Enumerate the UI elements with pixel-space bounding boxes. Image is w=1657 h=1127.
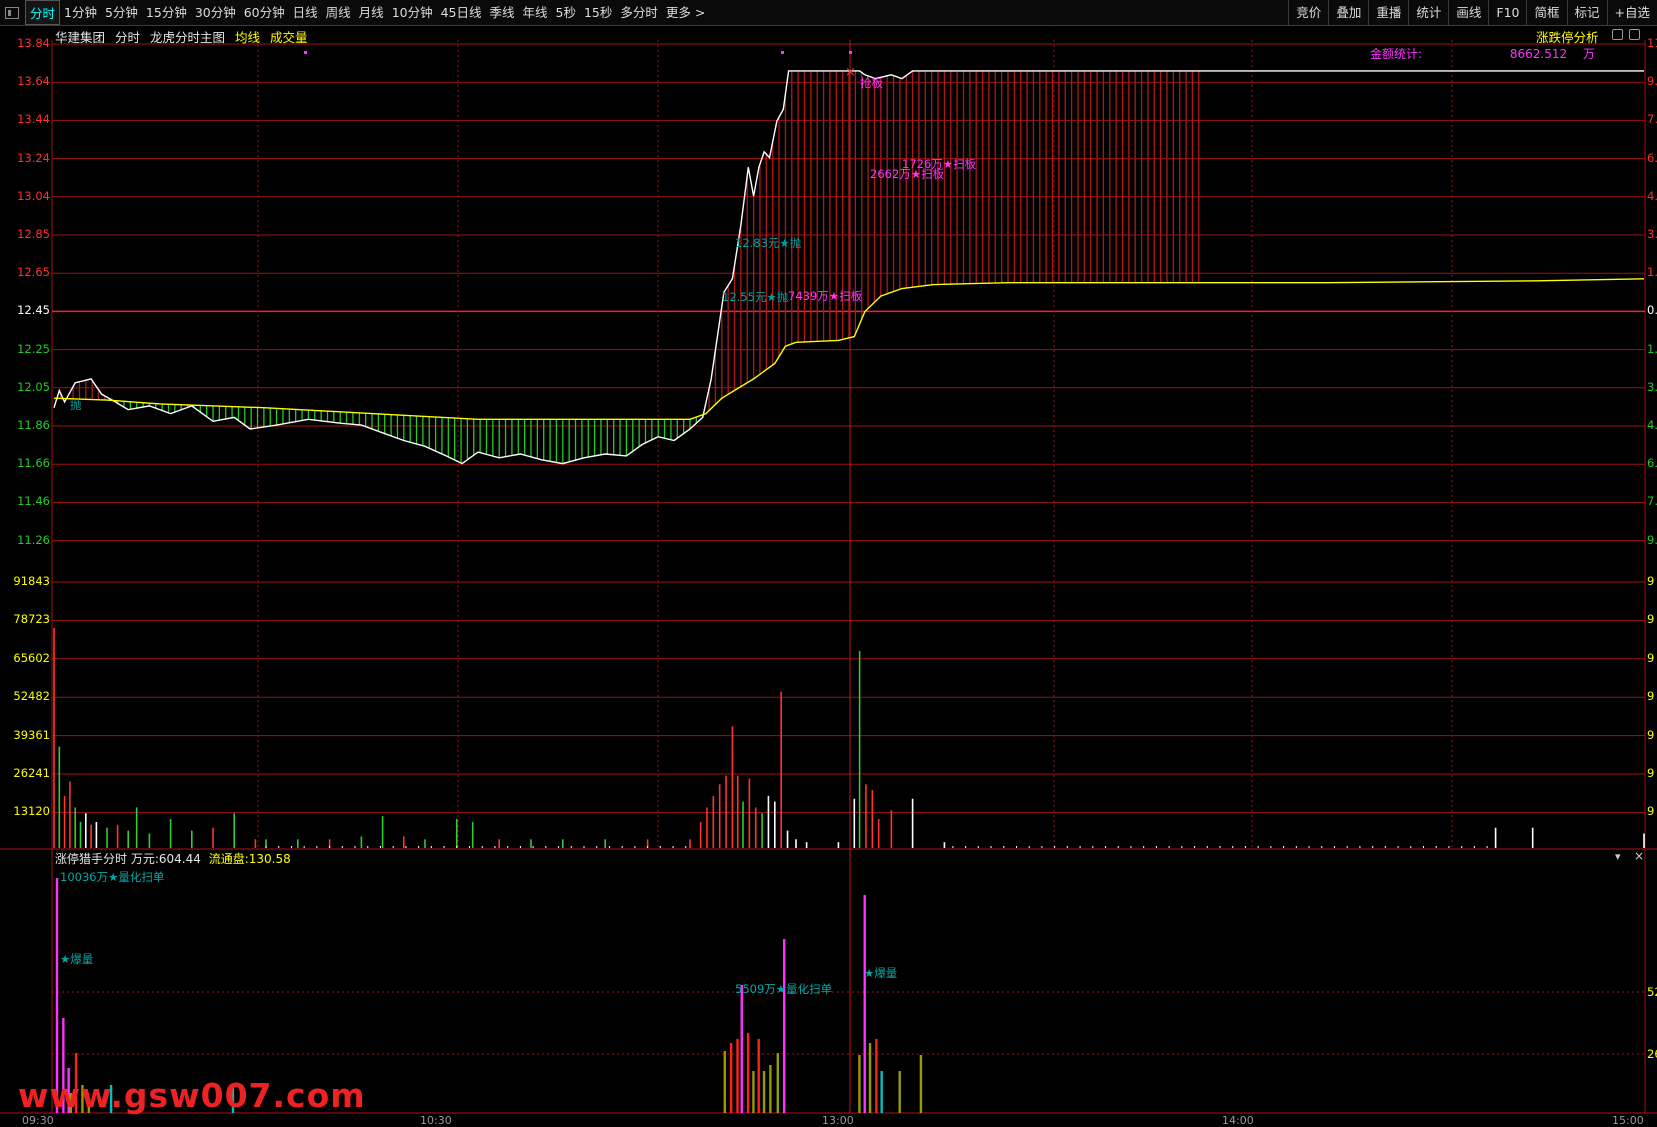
- pct-tick: 11: [1647, 36, 1657, 50]
- subchart-annotation: ★爆量: [60, 952, 94, 966]
- pct-tick: 9.: [1647, 532, 1657, 547]
- subchart-annotation: 10036万★量化扫单: [60, 870, 165, 884]
- pct-tick: 9.: [1647, 74, 1657, 89]
- price-tick: 13.84: [17, 36, 50, 50]
- pct-tick: 4.: [1647, 418, 1657, 432]
- pct-tick: 6.: [1647, 150, 1657, 165]
- price-tick: 11.26: [17, 532, 50, 547]
- signal-dot: [849, 51, 852, 54]
- subchart-unit-value: 604.44: [158, 852, 201, 866]
- volume-tick: 65602: [13, 650, 50, 665]
- subchart-close-icon[interactable]: ×: [1634, 849, 1644, 863]
- signal-dot: [304, 51, 307, 54]
- price-tick: 12.05: [17, 379, 50, 394]
- volume-tick: 39361: [13, 727, 50, 742]
- volume-tick: 52482: [13, 689, 50, 704]
- pct-tick: 0.: [1647, 303, 1657, 318]
- price-tick: 12.45: [17, 303, 50, 318]
- time-tick: 15:00: [1612, 1114, 1644, 1127]
- pct-tick: 3.: [1647, 227, 1657, 241]
- subchart-tick: 52: [1647, 985, 1657, 999]
- limit-up-cross-icon: ×: [845, 65, 856, 80]
- time-tick: 14:00: [1222, 1114, 1254, 1127]
- intraday-chart: ×: [0, 40, 1657, 1114]
- chart-annotation: 抢板: [860, 76, 883, 90]
- price-tick: 12.25: [17, 341, 50, 356]
- price-tick: 13.64: [17, 74, 50, 89]
- chart-annotation: 12.83元★抛: [735, 236, 802, 250]
- pct-tick: 3.: [1647, 379, 1657, 394]
- float-value: 130.58: [248, 852, 291, 866]
- pct-tick: 6.: [1647, 456, 1657, 471]
- time-tick: 10:30: [420, 1114, 452, 1127]
- price-tick: 11.66: [17, 456, 50, 471]
- pct-tick: 7.: [1647, 112, 1657, 127]
- volume-tick-right: 9: [1647, 804, 1655, 819]
- pct-tick: 1.: [1647, 265, 1657, 280]
- volume-tick-right: 9: [1647, 650, 1655, 665]
- chart-annotation: 12.55元★抛: [722, 290, 789, 304]
- volume-tick-right: 9: [1647, 766, 1655, 780]
- price-tick: 13.24: [17, 150, 50, 165]
- price-tick: 11.46: [17, 494, 50, 509]
- subchart-tick: 26: [1647, 1047, 1657, 1061]
- subchart-annotation: 5509万★量化扫单: [735, 982, 833, 996]
- volume-tick: 13120: [13, 804, 50, 819]
- watermark: www.gsw007.com: [18, 1076, 366, 1115]
- volume-tick-right: 9: [1647, 612, 1655, 627]
- time-tick: 13:00: [822, 1114, 854, 1127]
- price-tick: 11.86: [17, 418, 50, 432]
- chart-annotation: 2662万★扫板: [870, 167, 945, 181]
- chart-annotation: 7439万★扫板: [788, 289, 863, 303]
- volume-tick-right: 9: [1647, 574, 1655, 588]
- pct-tick: 1.: [1647, 341, 1657, 356]
- subchart-title[interactable]: 涨停猎手分时: [55, 852, 127, 866]
- price-tick: 12.65: [17, 265, 50, 280]
- volume-tick: 26241: [13, 766, 50, 780]
- pct-tick: 7.: [1647, 494, 1657, 509]
- float-label: 流通盘:: [208, 852, 249, 866]
- volume-tick-right: 9: [1647, 689, 1655, 704]
- signal-dot: [781, 51, 784, 54]
- subchart-header: 涨停猎手分时 万元:604.44 流通盘:130.58: [55, 850, 291, 867]
- pct-tick: 4.: [1647, 188, 1657, 203]
- subchart-dropdown-icon[interactable]: ▾: [1615, 850, 1621, 863]
- volume-tick-right: 9: [1647, 727, 1655, 742]
- subchart-unit-label: 万元:: [130, 852, 159, 866]
- subchart-annotation: ★爆量: [864, 966, 898, 980]
- price-tick: 12.85: [17, 227, 50, 241]
- price-tick: 13.44: [17, 112, 50, 127]
- chart-annotation: 抛: [70, 398, 82, 412]
- volume-tick: 78723: [13, 612, 50, 627]
- time-tick: 09:30: [22, 1114, 54, 1127]
- price-tick: 13.04: [17, 188, 50, 203]
- volume-tick: 91843: [13, 574, 50, 588]
